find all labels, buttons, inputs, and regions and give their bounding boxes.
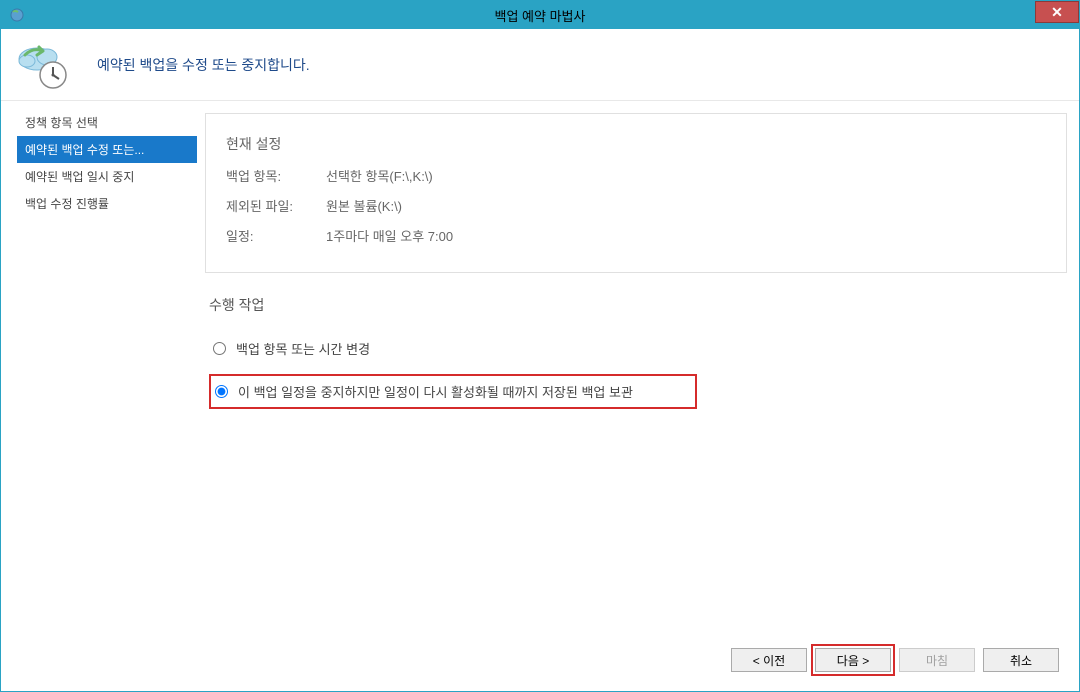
back-button[interactable]: < 이전 — [731, 648, 807, 672]
settings-label: 백업 항목: — [226, 162, 326, 192]
sidebar: 정책 항목 선택 예약된 백업 수정 또는... 예약된 백업 일시 중지 백업… — [1, 101, 197, 629]
radio-input-change[interactable] — [213, 342, 226, 355]
settings-row-schedule: 일정: 1주마다 매일 오후 7:00 — [226, 222, 1046, 252]
current-settings-title: 현재 설정 — [226, 128, 1046, 160]
app-icon — [9, 7, 25, 23]
main-panel: 현재 설정 백업 항목: 선택한 항목(F:\,K:\) 제외된 파일: 원본 … — [197, 101, 1079, 629]
settings-label: 일정: — [226, 222, 326, 252]
close-icon: ✕ — [1051, 4, 1063, 21]
footer: < 이전 다음 > 마침 취소 — [1, 629, 1079, 691]
cancel-button[interactable]: 취소 — [983, 648, 1059, 672]
wizard-window: 백업 예약 마법사 ✕ 예약된 백업을 수정 또는 중지합니다. — [0, 0, 1080, 692]
sidebar-item-progress[interactable]: 백업 수정 진행률 — [17, 190, 197, 217]
finish-button: 마침 — [899, 648, 975, 672]
action-section: 수행 작업 백업 항목 또는 시간 변경 이 백업 일정을 중지하지만 일정이 … — [205, 295, 1067, 409]
sidebar-item-pause-backup[interactable]: 예약된 백업 일시 중지 — [17, 163, 197, 190]
radio-label: 백업 항목 또는 시간 변경 — [236, 339, 370, 358]
radio-input-stop[interactable] — [215, 385, 228, 398]
sidebar-item-policy-select[interactable]: 정책 항목 선택 — [17, 109, 197, 136]
body: 정책 항목 선택 예약된 백업 수정 또는... 예약된 백업 일시 중지 백업… — [1, 101, 1079, 629]
content-area: 예약된 백업을 수정 또는 중지합니다. 정책 항목 선택 예약된 백업 수정 … — [1, 29, 1079, 691]
settings-value: 1주마다 매일 오후 7:00 — [326, 222, 453, 252]
radio-option-stop-keep[interactable]: 이 백업 일정을 중지하지만 일정이 다시 활성화될 때까지 저장된 백업 보관 — [209, 374, 697, 409]
settings-label: 제외된 파일: — [226, 192, 326, 222]
header-cloud-clock-icon — [13, 37, 69, 93]
close-button[interactable]: ✕ — [1035, 1, 1079, 23]
settings-row-backup-items: 백업 항목: 선택한 항목(F:\,K:\) — [226, 162, 1046, 192]
radio-option-change-items[interactable]: 백업 항목 또는 시간 변경 — [209, 333, 1067, 364]
current-settings-box: 현재 설정 백업 항목: 선택한 항목(F:\,K:\) 제외된 파일: 원본 … — [205, 113, 1067, 273]
radio-label: 이 백업 일정을 중지하지만 일정이 다시 활성화될 때까지 저장된 백업 보관 — [238, 382, 633, 401]
settings-row-excluded-files: 제외된 파일: 원본 볼륨(K:\) — [226, 192, 1046, 222]
window-title: 백업 예약 마법사 — [495, 6, 586, 25]
page-title: 예약된 백업을 수정 또는 중지합니다. — [97, 55, 310, 75]
settings-value: 선택한 항목(F:\,K:\) — [326, 162, 433, 192]
header: 예약된 백업을 수정 또는 중지합니다. — [1, 29, 1079, 101]
action-title: 수행 작업 — [209, 295, 1067, 315]
settings-value: 원본 볼륨(K:\) — [326, 192, 402, 222]
next-button[interactable]: 다음 > — [815, 648, 891, 672]
titlebar: 백업 예약 마법사 ✕ — [1, 1, 1079, 29]
sidebar-item-modify-or-stop[interactable]: 예약된 백업 수정 또는... — [17, 136, 197, 163]
